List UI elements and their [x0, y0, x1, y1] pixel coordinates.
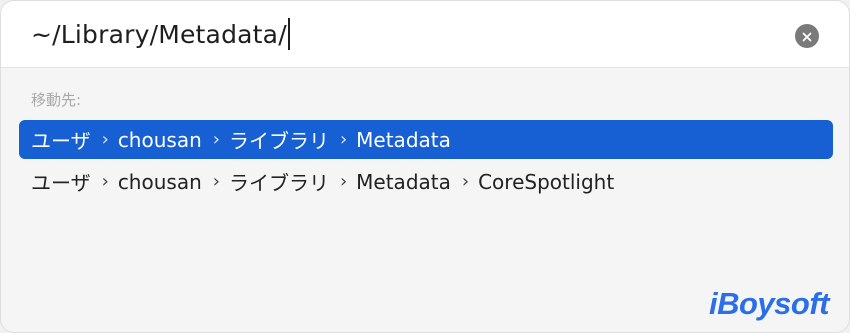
text-caret: [287, 18, 290, 50]
path-crumb: ユーザ: [31, 171, 91, 195]
path-crumb: ライブラリ: [228, 129, 329, 153]
path-crumb: ユーザ: [31, 129, 91, 153]
chevron-right-icon: ›: [339, 171, 348, 192]
path-crumb: CoreSpotlight: [478, 169, 615, 194]
chevron-right-icon: ›: [212, 129, 220, 150]
xmark-icon: [802, 27, 812, 46]
path-crumb: Metadata: [356, 127, 451, 152]
path-crumb: Metadata: [356, 169, 451, 194]
chevron-right-icon: ›: [339, 129, 348, 150]
iboysoft-watermark: iBoysoft: [709, 286, 830, 321]
path-input[interactable]: ~/Library/Metadata/: [31, 13, 290, 55]
result-row[interactable]: ユーザ › chousan › ライブラリ › Metadata › CoreS…: [19, 162, 833, 201]
path-crumb: chousan: [117, 127, 202, 152]
search-bar: ~/Library/Metadata/: [1, 1, 849, 68]
chevron-right-icon: ›: [101, 129, 109, 150]
go-to-folder-dialog: ~/Library/Metadata/ 移動先: ユーザ › chousan ›…: [0, 0, 850, 333]
chevron-right-icon: ›: [461, 171, 470, 192]
clear-button[interactable]: [795, 24, 819, 48]
result-row[interactable]: ユーザ › chousan › ライブラリ › Metadata: [19, 120, 833, 159]
chevron-right-icon: ›: [101, 171, 109, 192]
chevron-right-icon: ›: [212, 171, 220, 192]
path-crumb: ライブラリ: [228, 171, 329, 195]
section-label: 移動先:: [31, 91, 82, 109]
path-crumb: chousan: [117, 169, 202, 194]
path-input-text: ~/Library/Metadata/: [31, 19, 287, 49]
